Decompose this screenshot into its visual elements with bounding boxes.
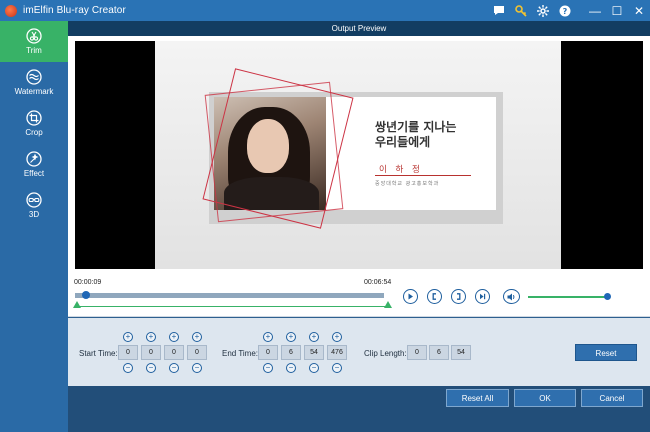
end-time-label: End Time: bbox=[222, 349, 259, 358]
start-ms-plus[interactable]: + bbox=[192, 332, 202, 342]
titlebar-controls: ? — ☐ ✕ bbox=[488, 0, 650, 21]
restore-button[interactable]: ☐ bbox=[606, 0, 628, 21]
end-hour-plus[interactable]: + bbox=[263, 332, 273, 342]
mark-in-icon bbox=[432, 293, 436, 300]
timeline-panel: 00:00:09 00:06:54 bbox=[68, 274, 650, 317]
clip-hour-field: 0 bbox=[407, 345, 427, 360]
trim-start-handle[interactable] bbox=[73, 301, 81, 308]
video-affiliation: 중앙대학교 광고홍보학과 bbox=[375, 181, 440, 187]
mark-out-icon bbox=[457, 293, 461, 300]
trim-range bbox=[75, 306, 388, 307]
3d-glasses-icon bbox=[26, 192, 42, 208]
title-bar: imElfin Blu-ray Creator ? — ☐ ✕ bbox=[0, 0, 650, 21]
sidebar-item-3d[interactable]: 3D bbox=[0, 185, 68, 226]
start-second-field[interactable]: 0 bbox=[164, 345, 184, 360]
sidebar-item-label: Watermark bbox=[14, 87, 54, 96]
name-underline bbox=[375, 175, 471, 176]
window-title: imElfin Blu-ray Creator bbox=[23, 5, 126, 16]
letterbox-left bbox=[75, 41, 155, 269]
play-button[interactable] bbox=[403, 289, 418, 304]
video-frame: 쌍년기를 지나는 우리들에게 이 하 정 중앙대학교 광고홍보학과 bbox=[155, 41, 561, 269]
sidebar-item-watermark[interactable]: Watermark bbox=[0, 62, 68, 103]
video-name: 이 하 정 bbox=[379, 165, 423, 175]
start-time-label: Start Time: bbox=[79, 349, 118, 358]
play-icon bbox=[408, 293, 413, 300]
watermark-icon bbox=[26, 69, 42, 85]
end-ms-field[interactable]: 476 bbox=[327, 345, 347, 360]
progress-track[interactable] bbox=[75, 293, 384, 298]
video-headline: 쌍년기를 지나는 우리들에게 bbox=[375, 120, 456, 150]
mark-out-button[interactable] bbox=[451, 289, 466, 304]
start-hour-field[interactable]: 0 bbox=[118, 345, 138, 360]
clip-length-label: Clip Length: bbox=[364, 349, 407, 358]
start-hour-minus[interactable]: − bbox=[123, 363, 133, 373]
next-frame-icon bbox=[480, 293, 486, 300]
scissors-icon bbox=[26, 28, 42, 44]
end-second-plus[interactable]: + bbox=[309, 332, 319, 342]
cancel-button[interactable]: Cancel bbox=[581, 389, 643, 407]
preview-area: 쌍년기를 지나는 우리들에게 이 하 정 중앙대학교 광고홍보학과 bbox=[68, 36, 650, 274]
end-ms-minus[interactable]: − bbox=[332, 363, 342, 373]
ok-button[interactable]: OK bbox=[514, 389, 576, 407]
chat-icon[interactable] bbox=[488, 0, 510, 21]
volume-button[interactable] bbox=[503, 289, 520, 304]
sidebar-item-label: Effect bbox=[23, 169, 45, 178]
effect-icon bbox=[26, 151, 42, 167]
decorative-frame bbox=[204, 81, 344, 223]
trim-end-handle[interactable] bbox=[384, 301, 392, 308]
start-minute-minus[interactable]: − bbox=[146, 363, 156, 373]
start-ms-field[interactable]: 0 bbox=[187, 345, 207, 360]
end-second-field[interactable]: 54 bbox=[304, 345, 324, 360]
key-icon[interactable] bbox=[510, 0, 532, 21]
sidebar-item-crop[interactable]: Crop bbox=[0, 103, 68, 144]
reset-button[interactable]: Reset bbox=[575, 344, 637, 361]
next-frame-button[interactable] bbox=[475, 289, 490, 304]
clip-second-field: 54 bbox=[451, 345, 471, 360]
end-hour-field[interactable]: 0 bbox=[258, 345, 278, 360]
end-minute-field[interactable]: 6 bbox=[281, 345, 301, 360]
sidebar-item-label: Crop bbox=[25, 128, 43, 137]
sidebar: Trim Watermark Crop Effect 3D bbox=[0, 21, 68, 432]
start-ms-minus[interactable]: − bbox=[192, 363, 202, 373]
svg-text:?: ? bbox=[563, 7, 568, 16]
mark-in-button[interactable] bbox=[427, 289, 442, 304]
volume-icon bbox=[507, 293, 515, 300]
sidebar-item-effect[interactable]: Effect bbox=[0, 144, 68, 185]
end-hour-minus[interactable]: − bbox=[263, 363, 273, 373]
reset-all-button[interactable]: Reset All bbox=[446, 389, 509, 407]
end-second-minus[interactable]: − bbox=[309, 363, 319, 373]
volume-slider[interactable] bbox=[528, 296, 606, 298]
minimize-button[interactable]: — bbox=[584, 0, 606, 21]
start-minute-field[interactable]: 0 bbox=[141, 345, 161, 360]
progress-handle[interactable] bbox=[82, 291, 90, 299]
headline-line-1: 쌍년기를 지나는 bbox=[375, 120, 457, 134]
app-logo-icon bbox=[5, 4, 17, 17]
headline-line-2: 우리들에게 bbox=[375, 135, 431, 149]
help-icon[interactable]: ? bbox=[554, 0, 576, 21]
start-timestamp: 00:00:09 bbox=[74, 279, 102, 286]
sidebar-item-label: 3D bbox=[28, 210, 40, 219]
start-minute-plus[interactable]: + bbox=[146, 332, 156, 342]
gear-icon[interactable] bbox=[532, 0, 554, 21]
clip-minute-field: 6 bbox=[429, 345, 449, 360]
end-timestamp: 00:06:54 bbox=[364, 279, 392, 286]
start-hour-plus[interactable]: + bbox=[123, 332, 133, 342]
preview-header: Output Preview bbox=[68, 21, 650, 36]
start-second-plus[interactable]: + bbox=[169, 332, 179, 342]
close-button[interactable]: ✕ bbox=[628, 0, 650, 21]
sidebar-item-trim[interactable]: Trim bbox=[0, 21, 68, 62]
sidebar-item-label: Trim bbox=[26, 46, 42, 55]
footer-bar: Reset All OK Cancel bbox=[68, 386, 650, 432]
end-minute-plus[interactable]: + bbox=[286, 332, 296, 342]
letterbox-right bbox=[561, 41, 643, 269]
crop-icon bbox=[26, 110, 42, 126]
end-minute-minus[interactable]: − bbox=[286, 363, 296, 373]
start-second-minus[interactable]: − bbox=[169, 363, 179, 373]
end-ms-plus[interactable]: + bbox=[332, 332, 342, 342]
trim-controls: Start Time: + + + + 0 0 0 0 − − − − End … bbox=[68, 318, 650, 386]
volume-handle[interactable] bbox=[604, 293, 611, 300]
